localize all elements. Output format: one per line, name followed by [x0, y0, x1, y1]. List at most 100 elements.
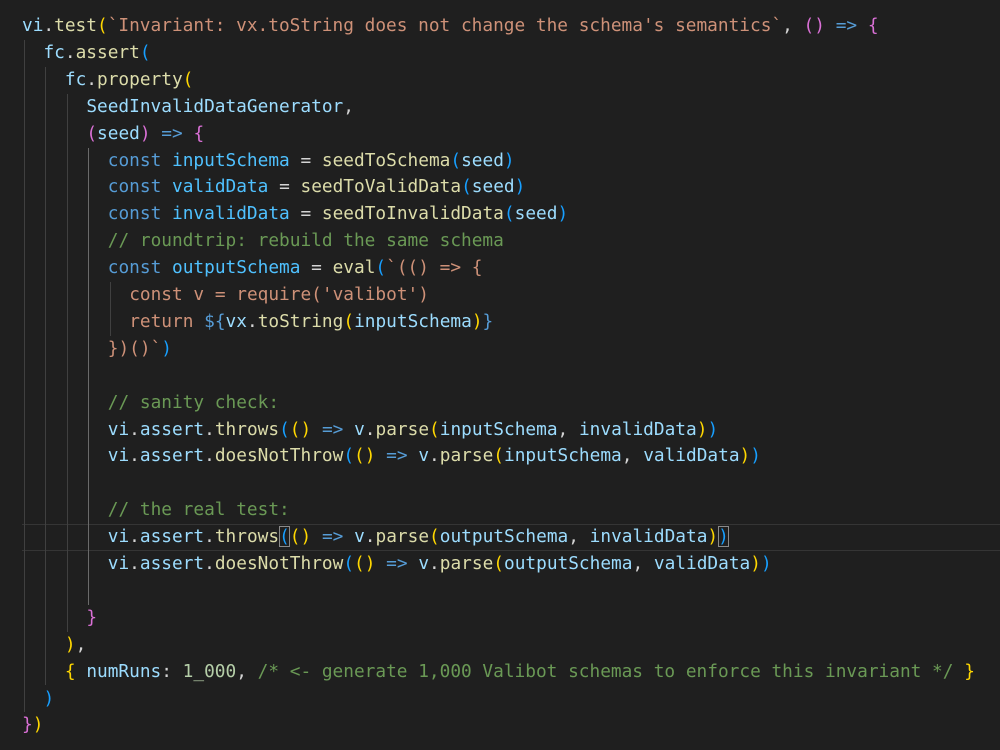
code-line-content: (seed) => {	[86, 121, 204, 148]
code-token: .	[364, 526, 376, 548]
code-token: =>	[386, 553, 408, 574]
code-token: .	[129, 418, 140, 440]
code-token: .	[364, 418, 376, 440]
code-token: }	[482, 310, 494, 332]
code-line[interactable]: return ${vx.toString(inputSchema)}	[0, 309, 1000, 336]
code-line-content: )	[43, 686, 54, 713]
code-line[interactable]	[0, 470, 1000, 497]
code-token: )	[139, 122, 151, 144]
code-line-content: // sanity check:	[108, 390, 279, 417]
code-line[interactable]: })	[0, 712, 1000, 739]
code-token: )	[64, 633, 76, 655]
code-line[interactable]: const inputSchema = seedToSchema(seed)	[0, 148, 1000, 175]
code-line[interactable]: const v = require('valibot')	[0, 282, 1000, 309]
code-token: ,	[343, 95, 354, 117]
code-token: )	[707, 418, 719, 440]
code-token: ,	[632, 553, 654, 574]
code-token: vi	[107, 553, 130, 574]
code-token: vi	[107, 445, 130, 467]
code-line-content: }	[86, 605, 97, 632]
code-line[interactable]: vi.assert.doesNotThrow(() => v.parse(out…	[0, 551, 1000, 578]
code-line[interactable]: const validData = seedToValidData(seed)	[0, 174, 1000, 201]
code-token: .	[129, 526, 140, 548]
code-line-content: fc.property(	[65, 67, 194, 94]
code-token: )	[32, 714, 44, 736]
code-token: =>	[161, 122, 183, 144]
code-editor[interactable]: vi.test(`Invariant: vx.toString does not…	[0, 0, 1000, 750]
code-line[interactable]: { numRuns: 1_000, /* <- generate 1,000 V…	[0, 659, 1000, 686]
code-line[interactable]: vi.assert.throws(() => v.parse(inputSche…	[0, 417, 1000, 444]
code-line[interactable]: // sanity check:	[0, 390, 1000, 417]
code-line[interactable]	[0, 578, 1000, 605]
code-line-content: })()`)	[108, 336, 172, 363]
code-token: ,	[621, 445, 644, 467]
code-line-content: // roundtrip: rebuild the same schema	[108, 228, 504, 255]
code-line[interactable]: (seed) => {	[0, 121, 1000, 148]
code-line[interactable]: vi.test(`Invariant: vx.toString does not…	[0, 13, 1000, 40]
code-token: seed	[471, 176, 515, 198]
code-token: )	[161, 337, 172, 359]
code-token: vx	[225, 310, 247, 332]
code-token: {	[193, 122, 205, 144]
code-line-content: return ${vx.toString(inputSchema)}	[129, 309, 493, 336]
code-token: vi	[107, 418, 130, 440]
code-line[interactable]: vi.assert.doesNotThrow(() => v.parse(inp…	[0, 443, 1000, 470]
code-line[interactable]: }	[0, 605, 1000, 632]
code-line[interactable]: // the real test:	[0, 497, 1000, 524]
code-line[interactable]: )	[0, 686, 1000, 713]
code-token: outputSchema	[172, 257, 301, 279]
code-line[interactable]: fc.assert(	[0, 40, 1000, 67]
code-line[interactable]: fc.property(	[0, 67, 1000, 94]
code-token: }	[86, 606, 98, 628]
code-token: ,	[782, 15, 804, 36]
code-line[interactable]: // roundtrip: rebuild the same schema	[0, 228, 1000, 255]
code-line[interactable]: ),	[0, 632, 1000, 659]
code-token: ,	[236, 660, 258, 682]
code-token: invalidData	[172, 203, 290, 225]
code-line-content: vi.test(`Invariant: vx.toString does not…	[22, 13, 879, 40]
code-line[interactable]: const outputSchema = eval(`(() => {	[0, 255, 1000, 282]
code-token: (	[429, 526, 440, 548]
code-token: seed	[97, 122, 140, 144]
code-token: numRuns	[86, 660, 162, 682]
indent-guide	[66, 93, 68, 632]
code-token: throws	[214, 418, 280, 440]
code-token: SeedInvalidDataGenerator	[86, 95, 344, 117]
code-line[interactable]	[0, 363, 1000, 390]
code-line-content: vi.assert.doesNotThrow(() => v.parse(inp…	[108, 443, 761, 470]
code-token: (	[450, 149, 462, 171]
code-token: const	[107, 149, 162, 171]
code-token: (	[343, 445, 355, 467]
code-token: validData	[172, 176, 269, 198]
code-token: test	[54, 15, 97, 36]
code-token: =>	[321, 418, 344, 440]
code-line[interactable]: SeedInvalidDataGenerator,	[0, 94, 1000, 121]
code-token: .	[129, 445, 140, 467]
code-token: (	[139, 41, 151, 63]
code-token: =	[300, 257, 333, 279]
code-line[interactable]: })()`)	[0, 336, 1000, 363]
code-line-content: vi.assert.doesNotThrow(() => v.parse(out…	[108, 551, 772, 578]
code-token: v	[354, 526, 365, 548]
code-token: }	[22, 714, 33, 736]
code-token: )	[696, 418, 708, 440]
code-token: )	[750, 553, 761, 574]
code-token: inputSchema	[504, 445, 622, 467]
code-line[interactable]: const invalidData = seedToInvalidData(se…	[0, 201, 1000, 228]
code-token: vi	[22, 15, 44, 36]
code-token: .	[86, 68, 98, 90]
code-line[interactable]: vi.assert.throws(() => v.parse(outputSch…	[0, 524, 1000, 551]
code-token: )	[707, 526, 719, 548]
code-token: (	[182, 68, 194, 90]
code-token: const v = require('valibot')	[129, 284, 429, 305]
code-token: vi	[107, 526, 130, 548]
code-token: (	[86, 122, 98, 144]
code-token: v	[418, 445, 430, 467]
